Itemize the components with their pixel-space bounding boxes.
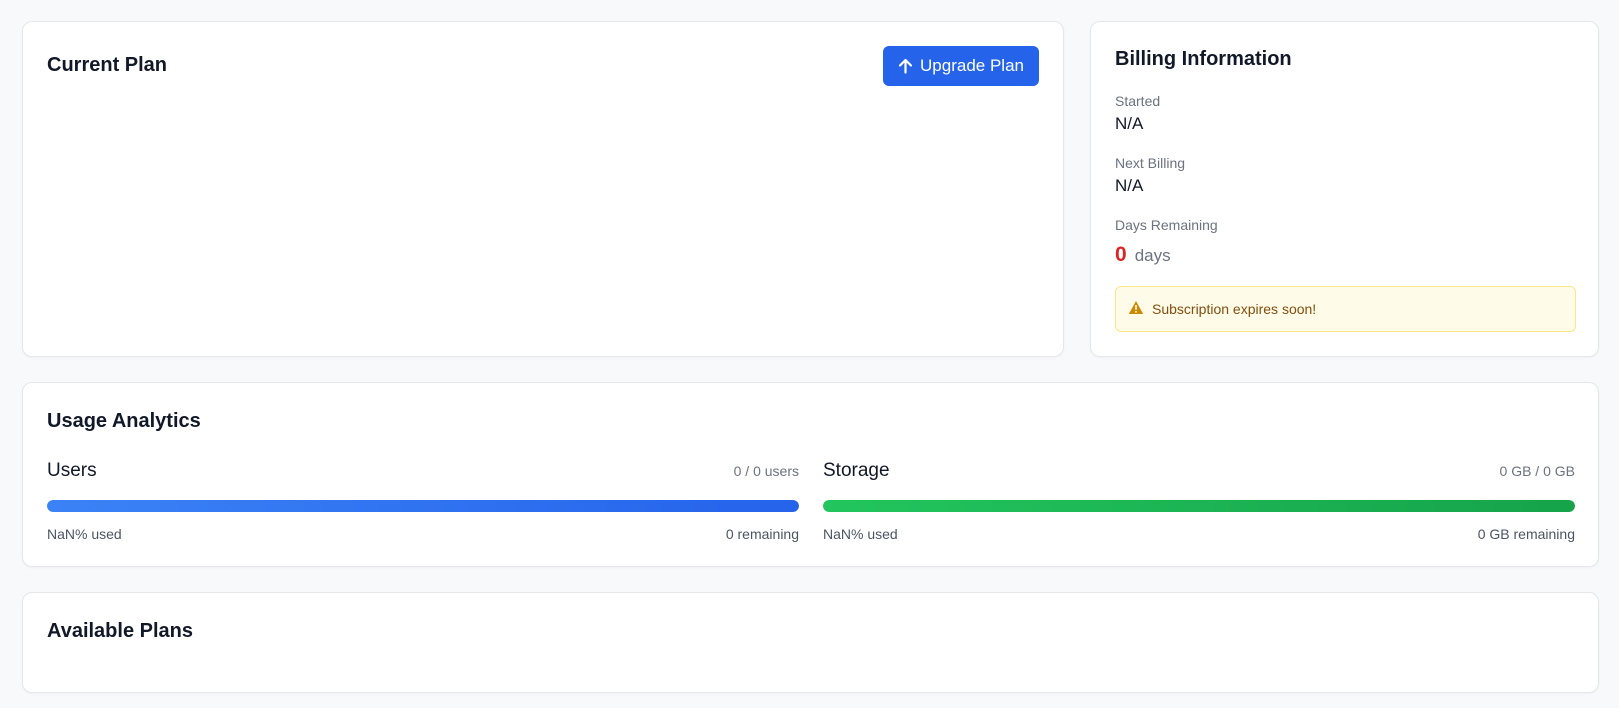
current-plan-title: Current Plan [47, 54, 168, 76]
users-remaining-text: 0 remaining [725, 526, 799, 542]
expiry-warning-alert: Subscription expires soon! [1115, 286, 1576, 332]
storage-remaining-text: 0 GB remaining [1477, 526, 1575, 542]
arrow-up-icon [898, 58, 913, 74]
users-progress-track [47, 500, 799, 512]
users-used-text: NaN% used [47, 526, 122, 542]
days-unit: days [1134, 246, 1171, 265]
started-value: N/A [1115, 114, 1144, 133]
days-remaining-value: 0 [1115, 243, 1127, 266]
expiry-warning-text: Subscription expires soon! [1152, 301, 1317, 317]
usage-analytics-card: Usage Analytics Users 0 / 0 users NaN% u… [22, 382, 1599, 567]
days-remaining-row: 0 days [1115, 243, 1171, 267]
started-label: Started [1115, 93, 1161, 109]
users-metric: Users 0 / 0 users NaN% used 0 remaining [47, 460, 799, 542]
billing-information-title: Billing Information [1115, 48, 1292, 70]
available-plans-card: Available Plans [22, 592, 1599, 693]
storage-metric-count: 0 GB / 0 GB [1499, 463, 1575, 479]
storage-used-text: NaN% used [823, 526, 898, 542]
upgrade-plan-button[interactable]: Upgrade Plan [883, 46, 1039, 86]
usage-analytics-title: Usage Analytics [47, 410, 201, 432]
upgrade-plan-label: Upgrade Plan [920, 56, 1024, 75]
available-plans-title: Available Plans [47, 620, 193, 642]
storage-metric: Storage 0 GB / 0 GB NaN% used 0 GB remai… [823, 460, 1575, 542]
next-billing-label: Next Billing [1115, 155, 1186, 171]
users-metric-name: Users [47, 460, 97, 481]
users-progress-fill [47, 500, 799, 512]
storage-progress-fill [823, 500, 1575, 512]
billing-information-card: Billing Information Started N/A Next Bil… [1090, 21, 1599, 357]
warning-triangle-icon [1128, 300, 1144, 318]
days-remaining-label: Days Remaining [1115, 217, 1218, 233]
storage-metric-name: Storage [823, 460, 890, 481]
storage-progress-track [823, 500, 1575, 512]
current-plan-card: Current Plan Upgrade Plan [22, 21, 1064, 357]
users-metric-count: 0 / 0 users [733, 463, 799, 479]
next-billing-value: N/A [1115, 176, 1144, 195]
